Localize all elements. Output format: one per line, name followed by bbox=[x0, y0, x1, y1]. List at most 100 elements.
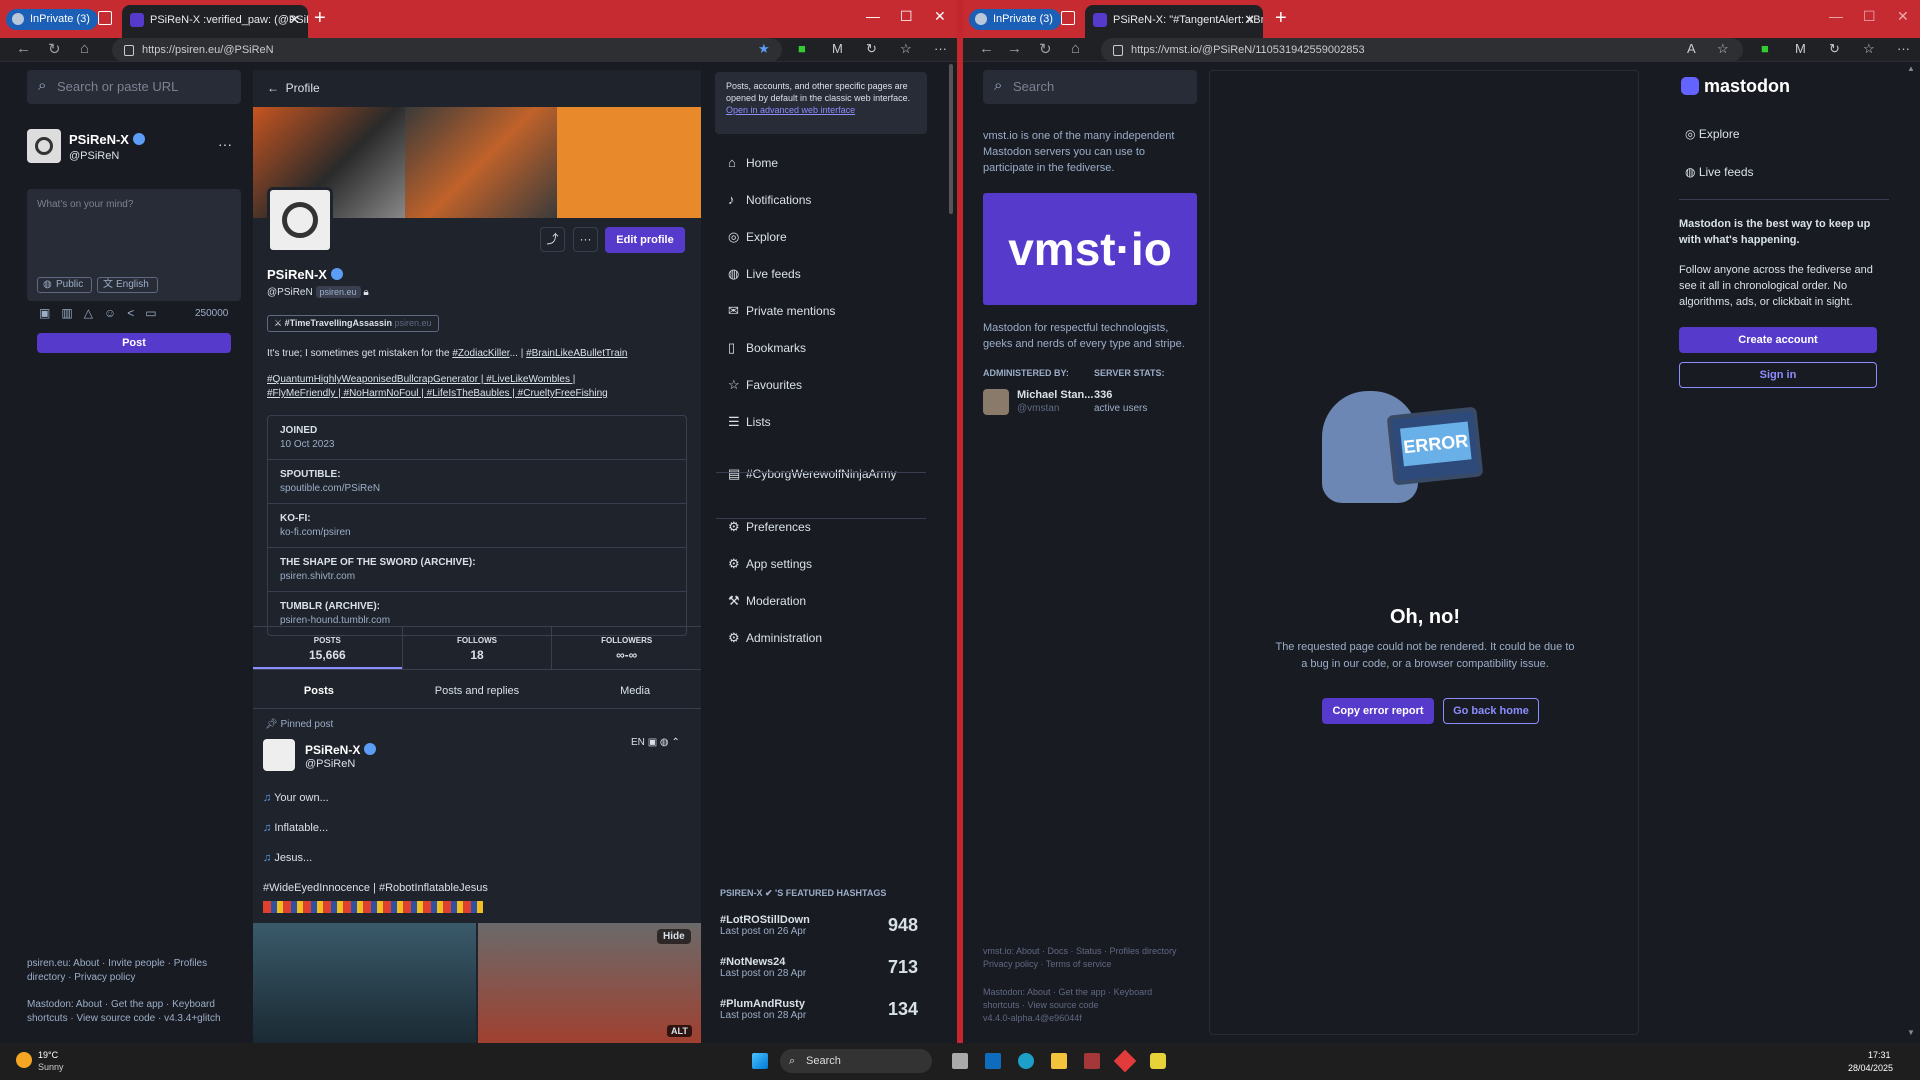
field-shape-of-sword[interactable]: THE SHAPE OF THE SWORD (ARCHIVE): psiren.… bbox=[268, 548, 686, 592]
visibility-button[interactable]: ◍ Public bbox=[37, 277, 93, 293]
featured-hashtag-item[interactable]: #LotROStillDown Last post on 26 Apr 948 bbox=[720, 914, 918, 937]
more-icon[interactable]: ··· bbox=[934, 41, 947, 56]
browser-tab-active[interactable]: PSiReN-X: "#TangentAlert: #Braci… ✕ bbox=[1085, 5, 1263, 38]
close-tab-icon[interactable]: ✕ bbox=[1244, 5, 1255, 35]
back-icon[interactable]: ← bbox=[16, 40, 31, 57]
app-diamond-icon[interactable] bbox=[1113, 1049, 1137, 1073]
tab-actions-icon[interactable] bbox=[1061, 11, 1075, 25]
field-kofi[interactable]: KO-FI: ko-fi.com/psiren bbox=[268, 504, 686, 548]
inprivate-badge[interactable]: InPrivate (3) bbox=[6, 9, 98, 30]
forward-icon[interactable]: → bbox=[1007, 40, 1022, 57]
go-back-home-button[interactable]: Go back home bbox=[1443, 698, 1539, 724]
tab-posts-and-replies[interactable]: Posts and replies bbox=[385, 673, 569, 708]
bio-hashtag[interactable]: #BrainLikeABulletTrain bbox=[526, 348, 627, 359]
post-hashtags[interactable]: #WideEyedInnocence | #RobotInflatableJes… bbox=[263, 873, 488, 903]
favorite-star-icon[interactable]: ★ bbox=[758, 41, 770, 57]
maximize-icon[interactable]: ☐ bbox=[1863, 8, 1876, 25]
minimize-icon[interactable]: — bbox=[1829, 8, 1843, 24]
close-window-icon[interactable]: ✕ bbox=[934, 8, 946, 25]
more-options-icon[interactable]: ··· bbox=[573, 227, 598, 252]
close-tab-icon[interactable]: ✕ bbox=[289, 5, 300, 35]
featured-hashtag-item[interactable]: #NotNews24 Last post on 28 Apr 713 bbox=[720, 956, 918, 979]
home-icon[interactable]: ⌂ bbox=[1071, 40, 1080, 57]
advanced-interface-link[interactable]: Open in advanced web interface bbox=[726, 105, 855, 115]
windows-start-icon[interactable] bbox=[752, 1053, 768, 1069]
sidebar-item-app-settings[interactable]: ⚙ App settings bbox=[728, 556, 812, 572]
sidebar-item-lists[interactable]: ☰ Lists bbox=[728, 414, 771, 430]
alt-badge[interactable]: ALT bbox=[667, 1025, 692, 1037]
featured-tag-chip[interactable]: ⚔ #TimeTravellingAssassin psiren.eu bbox=[267, 315, 439, 332]
refresh-icon[interactable]: ↻ bbox=[48, 40, 61, 58]
url-field[interactable]: https://psiren.eu/@PSiReN bbox=[112, 38, 782, 62]
bookmark-icon[interactable]: ▭ bbox=[145, 306, 167, 320]
clock-time[interactable]: 17:31 bbox=[1868, 1050, 1891, 1060]
maximize-icon[interactable]: ☐ bbox=[900, 8, 913, 25]
more-icon[interactable]: ··· bbox=[1897, 41, 1910, 56]
file-explorer-icon[interactable] bbox=[1051, 1053, 1067, 1069]
sidebar-item-notifications[interactable]: ♪ Notifications bbox=[728, 192, 811, 207]
left-footer-instance[interactable]: psiren.eu: About · Invite people · Profi… bbox=[27, 957, 237, 985]
sidebar-item-home[interactable]: ⌂ Home bbox=[728, 155, 778, 170]
sidebar-item-administration[interactable]: ⚙ Administration bbox=[728, 630, 822, 646]
scroll-down-icon[interactable]: ▼ bbox=[1907, 1028, 1915, 1037]
refresh-icon[interactable]: ↻ bbox=[1039, 40, 1052, 58]
bio-hashtags-1[interactable]: #QuantumHighlyWeaponisedBullcrapGenerato… bbox=[267, 373, 687, 387]
sync-icon[interactable]: ↻ bbox=[1829, 41, 1840, 57]
mastodon-logo[interactable]: mastodon bbox=[1681, 76, 1790, 97]
footer-mastodon-links-2[interactable]: shortcuts · View source code bbox=[983, 998, 1098, 1012]
scroll-up-icon[interactable]: ▲ bbox=[1907, 64, 1915, 73]
featured-hashtag-item[interactable]: #PlumAndRusty Last post on 28 Apr 134 bbox=[720, 998, 918, 1021]
new-tab-icon[interactable]: + bbox=[314, 7, 326, 30]
sidebar-item-bookmarks[interactable]: ▯ Bookmarks bbox=[728, 340, 806, 356]
media-icon[interactable]: ▣ bbox=[39, 306, 61, 320]
minimize-icon[interactable]: — bbox=[866, 8, 880, 24]
sidebar-item-explore[interactable]: ◎ Explore bbox=[728, 229, 787, 245]
edit-profile-button[interactable]: Edit profile bbox=[605, 227, 685, 253]
bio-hashtag[interactable]: #ZodiacKiller bbox=[452, 348, 509, 359]
taskbar-search[interactable]: ⌕ Search bbox=[780, 1049, 932, 1073]
edge-icon[interactable] bbox=[1018, 1053, 1034, 1069]
emoji-icon[interactable]: ☺ bbox=[104, 306, 127, 320]
extension-icon[interactable]: ■ bbox=[1761, 41, 1769, 56]
collapse-icon[interactable]: ⌃ bbox=[671, 737, 679, 748]
footer-policy-links[interactable]: Privacy policy · Terms of service bbox=[983, 957, 1111, 971]
close-window-icon[interactable]: ✕ bbox=[1897, 8, 1909, 25]
tab-media[interactable]: Media bbox=[569, 673, 701, 708]
extension-m-icon[interactable]: M bbox=[1795, 41, 1806, 56]
left-footer-mastodon[interactable]: Mastodon: About · Get the app · Keyboard… bbox=[27, 998, 237, 1026]
warning-icon[interactable]: △ bbox=[84, 306, 104, 320]
admin-name[interactable]: Michael Stan... bbox=[1017, 389, 1093, 401]
language-button[interactable]: 文 English bbox=[97, 277, 158, 293]
sidebar-item-cyborgwerewolfninjaarmy[interactable]: ▤ #CyborgWerewolfNinjaArmy bbox=[728, 466, 897, 482]
back-icon[interactable]: ← bbox=[979, 40, 994, 57]
profile-avatar[interactable] bbox=[267, 187, 333, 253]
outlook-icon[interactable] bbox=[985, 1053, 1001, 1069]
footer-mastodon-links[interactable]: Mastodon: About · Get the app · Keyboard bbox=[983, 985, 1152, 999]
new-tab-icon[interactable]: + bbox=[1275, 7, 1287, 30]
sidebar-item-live-feeds[interactable]: ◍ Live feeds bbox=[728, 266, 801, 282]
sidebar-item-preferences[interactable]: ⚙ Preferences bbox=[728, 519, 811, 535]
post-button[interactable]: Post bbox=[37, 333, 231, 353]
inprivate-badge[interactable]: InPrivate (3) bbox=[969, 9, 1061, 30]
tab-posts[interactable]: Posts bbox=[253, 673, 385, 708]
avatar[interactable] bbox=[27, 129, 61, 163]
url-field[interactable]: https://vmst.io/@PSiReN/1105319425590028… bbox=[1101, 38, 1743, 62]
bio-hashtags-2[interactable]: #FlyMeFriendly | #NoHarmNoFoul | #LifeIs… bbox=[267, 387, 687, 401]
sync-icon[interactable]: ↻ bbox=[866, 41, 877, 57]
create-account-button[interactable]: Create account bbox=[1679, 327, 1877, 353]
hide-media-button[interactable]: Hide bbox=[657, 929, 691, 944]
field-spoutible[interactable]: SPOUTIBLE: spoutible.com/PSiReN bbox=[268, 460, 686, 504]
app-icon[interactable] bbox=[1084, 1053, 1100, 1069]
poll-icon[interactable]: ▥ bbox=[61, 306, 83, 320]
admin-avatar[interactable] bbox=[983, 389, 1009, 415]
stat-posts[interactable]: POSTS 15,666 bbox=[253, 627, 402, 669]
app-yellow-icon[interactable] bbox=[1150, 1053, 1166, 1069]
nav-explore[interactable]: ◎ Explore bbox=[1685, 127, 1740, 141]
extension-icon[interactable]: ■ bbox=[798, 41, 806, 56]
read-aloud-icon[interactable]: A bbox=[1687, 41, 1696, 56]
search-input[interactable]: Search or paste URL bbox=[27, 69, 241, 104]
scrollbar[interactable] bbox=[949, 64, 953, 214]
share-icon[interactable]: ⤴ bbox=[540, 227, 565, 252]
favorites-icon[interactable]: ☆ bbox=[900, 41, 912, 57]
sidebar-item-moderation[interactable]: ⚒ Moderation bbox=[728, 593, 806, 609]
